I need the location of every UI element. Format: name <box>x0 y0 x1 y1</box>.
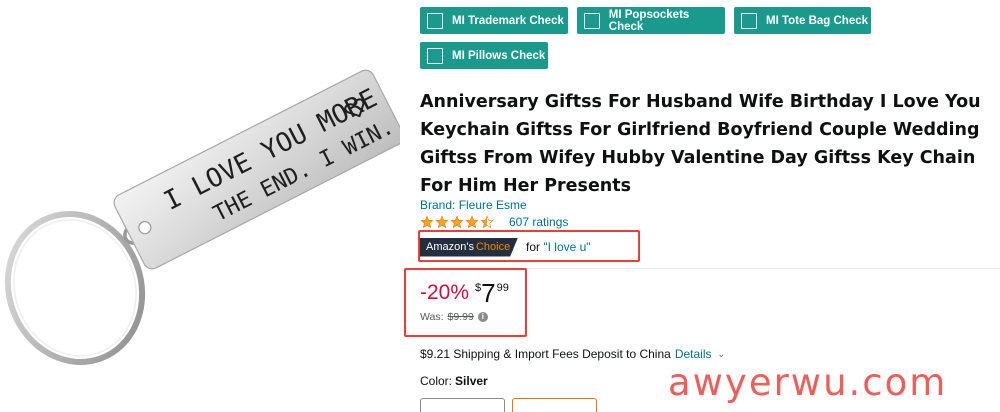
pillows-check-button[interactable]: MI Pillows Check <box>420 42 548 69</box>
badge-for-prefix: for <box>526 240 544 254</box>
price-fraction: 99 <box>496 282 509 294</box>
badge-choice-label: Choice <box>475 241 511 253</box>
was-label: Was: <box>420 311 444 323</box>
star-full-icon <box>435 215 449 229</box>
color-label: Color: <box>420 374 453 388</box>
checkbox-icon <box>427 47 443 64</box>
amazons-choice-row: Amazon's Choice for "I love u" <box>420 237 591 257</box>
rating-row: 607 ratings <box>420 214 568 230</box>
checkbox-icon <box>741 12 757 29</box>
was-price-row: Was: $9.99 i <box>420 311 488 323</box>
current-price: $ 7 99 <box>475 278 509 306</box>
popsockets-check-label: MI Popsockets Check <box>608 8 690 33</box>
color-swatch-selected[interactable] <box>512 398 597 412</box>
badge-keyword-link[interactable]: "I love u" <box>543 240 590 254</box>
shipping-row: $9.21 Shipping & Import Fees Deposit to … <box>420 347 725 361</box>
discount-percentage: -20% <box>420 281 470 304</box>
star-rating[interactable] <box>420 215 495 229</box>
product-image[interactable]: I LOVE YOU MORE THE END. I WIN. <box>0 0 405 412</box>
checkbox-icon <box>427 12 443 29</box>
star-half-icon <box>480 215 494 229</box>
shipping-details-link[interactable]: Details <box>675 347 712 361</box>
color-row: Color: Silver <box>420 374 488 388</box>
amazons-choice-badge: Amazon's Choice <box>420 237 518 257</box>
brand-link[interactable]: Brand: Fleure Esme <box>420 198 527 212</box>
totebag-check-button[interactable]: MI Tote Bag Check <box>734 7 871 34</box>
price-whole: 7 <box>481 278 496 308</box>
ratings-count-link[interactable]: 607 ratings <box>509 215 568 229</box>
was-price: $9.99 <box>447 311 474 323</box>
trademark-check-button[interactable]: MI Trademark Check <box>420 7 568 34</box>
color-value: Silver <box>455 374 488 388</box>
pillows-check-label: MI Pillows Check <box>452 49 546 62</box>
keychain-image: I LOVE YOU MORE THE END. I WIN. <box>4 69 405 366</box>
checkbox-icon <box>584 12 600 29</box>
badge-amazon-label: Amazon's <box>426 241 474 253</box>
star-full-icon <box>420 215 434 229</box>
star-full-icon <box>450 215 464 229</box>
info-icon[interactable]: i <box>477 312 488 322</box>
trademark-check-label: MI Trademark Check <box>452 14 564 27</box>
price-row: -20% $ 7 99 <box>420 278 509 308</box>
shipping-text: $9.21 Shipping & Import Fees Deposit to … <box>420 347 671 361</box>
badge-for-text: for "I love u" <box>526 240 591 254</box>
divider <box>420 268 1000 269</box>
popsockets-check-button[interactable]: MI Popsockets Check <box>577 7 725 34</box>
totebag-check-label: MI Tote Bag Check <box>766 14 869 27</box>
watermark: awyerwu.com <box>668 361 948 404</box>
star-full-icon <box>465 215 479 229</box>
chevron-down-icon[interactable]: ⌄ <box>718 349 726 360</box>
color-swatch[interactable] <box>420 398 505 412</box>
product-title: Anniversary Giftss For Husband Wife Birt… <box>420 92 981 196</box>
